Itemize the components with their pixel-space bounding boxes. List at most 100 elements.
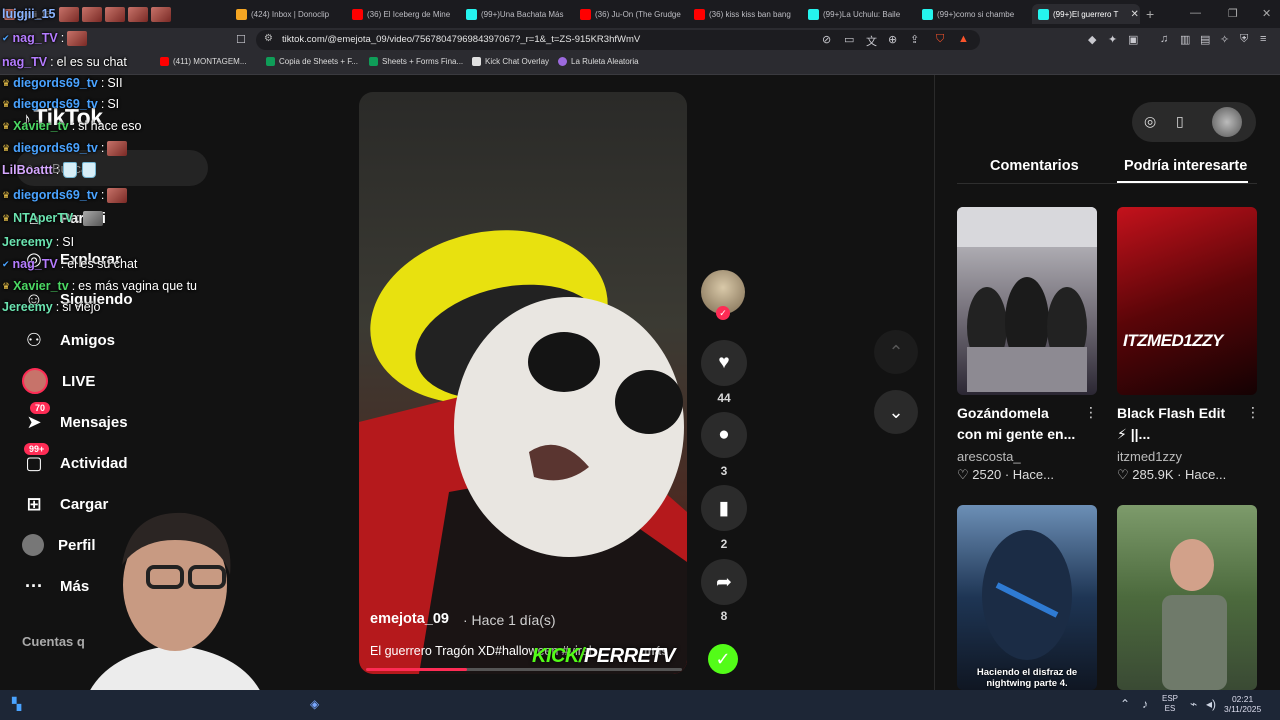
crown-badge-icon: ♛ <box>2 77 11 88</box>
chat-message: ♛ NTAperTV: <box>2 208 103 228</box>
bookmark-icon[interactable]: ☐ <box>236 33 246 46</box>
video-card-thumbnail[interactable]: ITZMED1ZZY <box>1117 207 1257 395</box>
system-clock[interactable]: 02:21 3/11/2025 <box>1224 694 1261 714</box>
sidebar-item-amigos[interactable]: ⚇ Amigos <box>22 326 115 354</box>
network-icon[interactable]: ⌁ <box>1190 697 1197 711</box>
cup-emote-icon <box>82 162 97 178</box>
microphone-icon[interactable]: ♪ <box>1142 697 1148 711</box>
tab-podria-interesarte[interactable]: Podría interesarte <box>1124 158 1247 174</box>
video-card-title[interactable]: Black Flash Edit ⚡ ||... <box>1117 403 1237 445</box>
reader-icon[interactable]: ⊘ <box>822 33 831 46</box>
tab[interactable]: (99+)La Uchulu: Baile <box>808 4 914 24</box>
cup-emote-icon <box>63 162 78 178</box>
music-disc-icon[interactable]: ◎ <box>1144 113 1156 130</box>
bookmark-item[interactable]: Sheets + Forms Fina... <box>369 57 463 66</box>
phone-icon[interactable]: ▯ <box>1176 113 1184 130</box>
volume-icon[interactable]: ◂) <box>1206 697 1216 711</box>
media-icon[interactable]: ♫ <box>1160 33 1168 45</box>
tray-chevron-icon[interactable]: ⌃ <box>1120 697 1130 711</box>
bookmark-item[interactable]: (411) MONTAGEM... <box>160 57 247 66</box>
tab[interactable]: (36) El Iceberg de Mine <box>352 4 458 24</box>
heart-outline-icon: ♡ <box>957 467 969 482</box>
sidebar-icon[interactable]: ▥ <box>1180 33 1190 46</box>
chat-username: Jereemy <box>2 235 53 249</box>
vpn-icon[interactable]: ⛨ <box>1240 33 1248 46</box>
tab[interactable]: (99+)como si chambe <box>922 4 1026 24</box>
wallet-icon[interactable]: ▤ <box>1200 33 1210 46</box>
share-count: 8 <box>720 609 728 623</box>
tab-comentarios[interactable]: Comentarios <box>990 158 1079 174</box>
sidebar-item-live[interactable]: LIVE <box>22 367 95 395</box>
tab-active[interactable]: (99+)El guerrero T ✕ <box>1032 4 1140 24</box>
crown-badge-icon: ♛ <box>2 280 11 291</box>
chat-message: ♛ diegords69_tv: SI <box>2 97 120 111</box>
previous-video-button[interactable]: ⌃ <box>874 330 918 374</box>
start-icon[interactable]: ▚ <box>12 697 21 711</box>
menu-icon[interactable]: ≡ <box>1260 33 1266 45</box>
extension-icon[interactable]: ◆ <box>1088 33 1096 46</box>
share-icon[interactable]: ⇪ <box>910 33 919 46</box>
sidebar-item-label: Actividad <box>60 454 128 472</box>
next-video-button[interactable]: ⌄ <box>874 390 918 434</box>
video-author[interactable]: emejota_09 <box>370 611 449 627</box>
bookmark-label: Kick Chat Overlay <box>485 57 550 66</box>
tab-favicon-icon <box>580 8 591 20</box>
browser-tab-strip: luigjii_15 (424) Inbox | Donoclip (36) E… <box>0 0 1280 28</box>
close-tab-icon[interactable]: ✕ <box>1130 9 1138 20</box>
video-player[interactable] <box>359 92 687 674</box>
video-card-author[interactable]: itzmed1zzy <box>1117 449 1182 464</box>
extension-icon[interactable]: ✦ <box>1108 33 1117 46</box>
video-card-title[interactable]: Gozándomela con mi gente en... <box>957 403 1077 445</box>
minimize-icon[interactable]: — <box>1190 7 1201 19</box>
user-avatar[interactable] <box>1212 107 1242 137</box>
video-card-likes: 285.9K <box>1132 467 1174 482</box>
tab[interactable]: (424) Inbox | Donoclip <box>236 4 346 24</box>
bookmark-item[interactable]: Kick Chat Overlay <box>472 57 549 66</box>
install-icon[interactable]: ▭ <box>844 33 854 46</box>
video-card-author[interactable]: arescosta_ <box>957 449 1021 464</box>
card-menu-icon[interactable]: ⋮ <box>1246 404 1260 421</box>
clock-time: 02:21 <box>1231 694 1254 704</box>
tab-favicon-icon <box>352 8 363 20</box>
new-tab-icon[interactable]: + <box>1146 6 1154 22</box>
profile-icon <box>22 534 44 556</box>
bookmark-item[interactable]: La Ruleta Aleatoria <box>558 57 639 66</box>
taskbar-app-icon[interactable]: ◈ <box>310 697 319 711</box>
translate-icon[interactable]: 文 <box>866 33 877 49</box>
comment-button[interactable]: ● <box>701 412 747 458</box>
share-button[interactable]: ➦ <box>701 559 747 605</box>
chat-message: ✔ nag_TV: el es su chat <box>2 257 138 271</box>
follow-check-icon[interactable]: ✓ <box>716 306 730 320</box>
video-progress-fill <box>366 668 468 671</box>
close-window-icon[interactable]: ✕ <box>1262 7 1271 20</box>
save-button[interactable]: ▮ <box>701 485 747 531</box>
chat-text: SII <box>107 76 123 90</box>
card-menu-icon[interactable]: ⋮ <box>1084 404 1098 421</box>
chat-message: LilBoattt: <box>2 160 97 180</box>
tab[interactable]: (36) kiss kiss ban bang <box>694 4 800 24</box>
rewards-icon[interactable]: ▲ <box>958 33 969 45</box>
video-card-thumbnail[interactable] <box>957 207 1097 395</box>
keyboard-language[interactable]: ESP ES <box>1162 694 1178 714</box>
site-info-icon[interactable]: ⚙ <box>264 33 273 44</box>
url-text[interactable]: tiktok.com/@emejota_09/video/75678047969… <box>282 34 640 45</box>
extension-icon[interactable]: ▣ <box>1128 33 1138 46</box>
kick-channel-overlay: KICK/PERRETV <box>532 645 675 668</box>
tab[interactable]: (36) Ju-On (The Grudge <box>580 4 686 24</box>
tab[interactable]: (99+)Una Bachata Más <box>466 4 572 24</box>
maximize-icon[interactable]: ❐ <box>1228 7 1238 20</box>
bookmark-item[interactable]: Copia de Sheets + F... <box>266 57 358 66</box>
like-button[interactable]: ♥ <box>701 340 747 386</box>
video-progress-bar[interactable] <box>366 668 682 671</box>
sidebar-item-mensajes[interactable]: ➤ 70 Mensajes <box>22 402 128 436</box>
verified-check-icon: ✓ <box>708 644 738 674</box>
heart-icon: ♥ <box>718 352 730 373</box>
video-card-thumbnail[interactable] <box>1117 505 1257 690</box>
bookmark-label: (411) MONTAGEM... <box>173 57 247 66</box>
zoom-icon[interactable]: ⊕ <box>888 33 897 46</box>
video-timestamp: · Hace 1 día(s) <box>463 612 556 628</box>
video-card-thumbnail[interactable]: Haciendo el disfraz de nightwing parte 4… <box>957 505 1097 690</box>
sidebar-item-actividad[interactable]: ▢ 99+ Actividad <box>22 443 128 477</box>
leo-icon[interactable]: ✧ <box>1220 33 1229 46</box>
brave-shield-icon[interactable]: ⛉ <box>936 33 944 46</box>
